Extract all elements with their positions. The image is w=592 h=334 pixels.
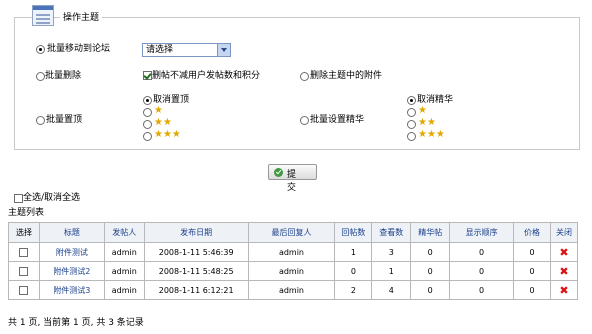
section-title: 操作主题 xyxy=(60,10,103,23)
topic-title-link[interactable]: 附件测试 xyxy=(38,242,105,262)
col-header-close: 关闭 xyxy=(549,222,579,243)
pagination-info: 共 1 页, 当前第 1 页, 共 3 条记录 xyxy=(8,318,144,328)
digest-cell: 0 xyxy=(410,242,451,262)
star-icon: ★★ xyxy=(154,117,172,128)
col-header-replies: 回帖数 xyxy=(334,222,373,243)
order-cell: 0 xyxy=(449,242,515,262)
order-cell: 0 xyxy=(449,280,515,300)
close-icon[interactable]: ✖ xyxy=(559,246,568,259)
table-row: 附件测试 admin 2008-1-11 5:46:39 admin 1 3 0… xyxy=(8,242,579,262)
price-cell: 0 xyxy=(513,261,551,281)
col-header-order: 显示顺序 xyxy=(449,222,515,243)
digest-level-3-radio[interactable] xyxy=(407,132,416,141)
date-cell: 2008-1-11 5:48:25 xyxy=(143,261,249,281)
operation-panel xyxy=(14,17,580,150)
col-header-digest: 精华帖 xyxy=(410,222,451,243)
batch-move-radio[interactable] xyxy=(36,45,45,54)
order-cell: 0 xyxy=(449,261,515,281)
batch-move-label: 批量移动到论坛 xyxy=(47,44,111,54)
close-icon[interactable]: ✖ xyxy=(559,284,568,297)
views-cell: 3 xyxy=(371,242,412,262)
close-icon[interactable]: ✖ xyxy=(559,265,568,278)
sticky-level-1-radio[interactable] xyxy=(143,108,152,117)
col-header-title: 标题 xyxy=(38,222,105,243)
forum-select-value: 请选择 xyxy=(146,45,174,55)
cancel-sticky-radio[interactable] xyxy=(143,96,152,105)
replies-cell: 0 xyxy=(334,261,373,281)
digest-cell: 0 xyxy=(410,280,451,300)
table-header: 选择 标题 发帖人 发布日期 最后回复人 回帖数 查看数 精华帖 显示顺序 价格… xyxy=(8,222,579,243)
last-reply-cell: admin xyxy=(247,261,336,281)
digest-level-1-radio[interactable] xyxy=(407,108,416,117)
select-all-checkbox[interactable] xyxy=(14,194,23,203)
keep-points-checkbox[interactable] xyxy=(143,71,152,80)
digest-cell: 0 xyxy=(410,261,451,281)
submit-button[interactable]: 提 交 xyxy=(268,164,317,193)
col-header-views: 查看数 xyxy=(371,222,412,243)
row-checkbox[interactable] xyxy=(19,266,29,276)
delete-attachments-label: 删除主题中的附件 xyxy=(310,71,383,81)
star-icon: ★★ xyxy=(418,117,436,128)
batch-digest-radio[interactable] xyxy=(300,116,309,125)
star-icon: ★ xyxy=(418,105,427,116)
last-reply-cell: admin xyxy=(247,242,336,262)
topic-title-link[interactable]: 附件测试2 xyxy=(38,261,105,281)
batch-sticky-label: 批量置顶 xyxy=(46,115,83,125)
views-cell: 1 xyxy=(371,261,412,281)
batch-delete-radio[interactable] xyxy=(36,72,45,81)
select-all-label: 全选/取消全选 xyxy=(23,193,81,203)
digest-level-2-radio[interactable] xyxy=(407,120,416,129)
delete-attachments-radio[interactable] xyxy=(300,72,309,81)
col-header-date: 发布日期 xyxy=(143,222,249,243)
submit-label: 提 交 xyxy=(287,170,300,193)
form-icon xyxy=(32,5,54,26)
check-circle-icon xyxy=(274,168,283,177)
star-icon: ★★★ xyxy=(154,129,181,140)
col-header-author: 发帖人 xyxy=(103,222,145,243)
topic-title-link[interactable]: 附件测试3 xyxy=(38,280,105,300)
forum-select[interactable]: 请选择 xyxy=(142,43,231,57)
batch-digest-label: 批量设置精华 xyxy=(310,115,365,125)
batch-sticky-radio[interactable] xyxy=(36,116,45,125)
col-header-last-reply: 最后回复人 xyxy=(247,222,336,243)
author-cell: admin xyxy=(103,261,145,281)
date-cell: 2008-1-11 5:46:39 xyxy=(143,242,249,262)
row-checkbox[interactable] xyxy=(19,285,29,295)
col-header-select: 选择 xyxy=(8,222,40,243)
topic-table: 选择 标题 发帖人 发布日期 最后回复人 回帖数 查看数 精华帖 显示顺序 价格… xyxy=(8,222,579,300)
price-cell: 0 xyxy=(513,280,551,300)
keep-points-label: 删帖不减用户发帖数和积分 xyxy=(152,71,261,81)
cancel-digest-radio[interactable] xyxy=(407,96,416,105)
row-checkbox[interactable] xyxy=(19,247,29,257)
table-row: 附件测试3 admin 2008-1-11 6:12:21 admin 2 4 … xyxy=(8,280,579,300)
replies-cell: 1 xyxy=(334,242,373,262)
date-cell: 2008-1-11 6:12:21 xyxy=(143,280,249,300)
list-title: 主题列表 xyxy=(8,208,45,218)
views-cell: 4 xyxy=(371,280,412,300)
last-reply-cell: admin xyxy=(247,280,336,300)
price-cell: 0 xyxy=(513,242,551,262)
author-cell: admin xyxy=(103,242,145,262)
author-cell: admin xyxy=(103,280,145,300)
sticky-level-2-radio[interactable] xyxy=(143,120,152,129)
star-icon: ★ xyxy=(154,105,163,116)
replies-cell: 2 xyxy=(334,280,373,300)
star-icon: ★★★ xyxy=(418,129,445,140)
chevron-down-icon xyxy=(217,44,230,56)
batch-delete-label: 批量删除 xyxy=(45,71,82,81)
sticky-level-3-radio[interactable] xyxy=(143,132,152,141)
col-header-price: 价格 xyxy=(513,222,551,243)
table-row: 附件测试2 admin 2008-1-11 5:48:25 admin 0 1 … xyxy=(8,261,579,281)
